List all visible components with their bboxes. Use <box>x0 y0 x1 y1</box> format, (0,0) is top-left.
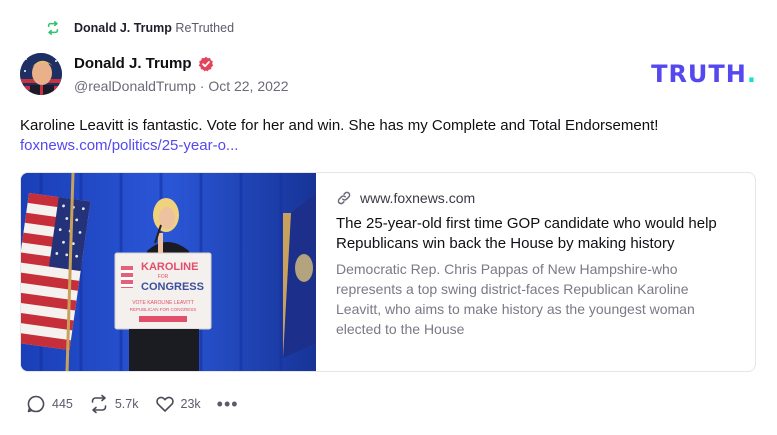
link-preview-card[interactable]: KAROLINE FOR CONGRESS VOTE KAROLINE LEAV… <box>20 172 756 372</box>
link-preview-body: www.foxnews.com The 25-year-old first ti… <box>316 173 755 371</box>
truth-logo[interactable]: TRUTH. <box>651 60 757 88</box>
sign-text-line3: CONGRESS <box>141 281 204 293</box>
link-icon <box>337 191 351 205</box>
retruth-count: 5.7k <box>114 397 139 411</box>
heart-icon <box>155 396 174 412</box>
more-options-icon[interactable]: ••• <box>217 395 239 413</box>
link-preview-domain: www.foxnews.com <box>360 190 476 206</box>
post-body-text: Karoline Leavitt is fantastic. Vote for … <box>20 117 659 134</box>
avatar[interactable] <box>20 53 62 95</box>
author-meta: @realDonaldTrump · Oct 22, 2022 <box>74 78 288 94</box>
meta-separator: · <box>199 78 205 94</box>
avatar-image <box>20 53 62 95</box>
sign-text-line4: VOTE KAROLINE LEAVITT <box>132 300 194 306</box>
post-actions: 445 5.7k 23k ••• <box>26 394 239 414</box>
retruth-action-label: ReTruthed <box>175 21 235 35</box>
reply-count: 445 <box>52 397 73 411</box>
sign-text-line2: FOR <box>158 274 169 280</box>
link-preview-description: Democratic Rep. Chris Pappas of New Hamp… <box>336 261 695 337</box>
retruth-button[interactable]: 5.7k <box>89 394 139 414</box>
retruth-label: Donald J. Trump ReTruthed <box>74 21 234 35</box>
sign-text-line5: REPUBLICAN FOR CONGRESS <box>130 307 197 312</box>
sign-text-line1: KAROLINE <box>141 261 198 273</box>
reply-icon <box>27 395 45 413</box>
retruth-action-icon <box>91 394 107 414</box>
retruth-icon <box>47 21 59 35</box>
author-handle[interactable]: @realDonaldTrump <box>74 78 196 94</box>
truth-logo-dot: . <box>746 60 757 88</box>
verified-badge-icon <box>198 56 213 71</box>
author-name[interactable]: Donald J. Trump <box>74 55 192 72</box>
link-preview-title[interactable]: The 25-year-old first time GOP candidate… <box>336 214 735 254</box>
post-author: Donald J. Trump @realDonaldTrump · Oct 2… <box>74 55 288 94</box>
retruth-user-name[interactable]: Donald J. Trump <box>74 21 172 35</box>
truth-logo-text: TRUTH <box>651 60 747 88</box>
like-count: 23k <box>180 397 201 411</box>
link-preview-image[interactable]: KAROLINE FOR CONGRESS VOTE KAROLINE LEAV… <box>21 173 316 371</box>
like-button[interactable]: 23k <box>155 394 201 414</box>
reply-button[interactable]: 445 <box>26 394 73 414</box>
post-date[interactable]: Oct 22, 2022 <box>208 78 288 94</box>
retruth-header: Donald J. Trump ReTruthed <box>46 18 234 38</box>
post-link[interactable]: foxnews.com/politics/25-year-o... <box>20 137 238 154</box>
